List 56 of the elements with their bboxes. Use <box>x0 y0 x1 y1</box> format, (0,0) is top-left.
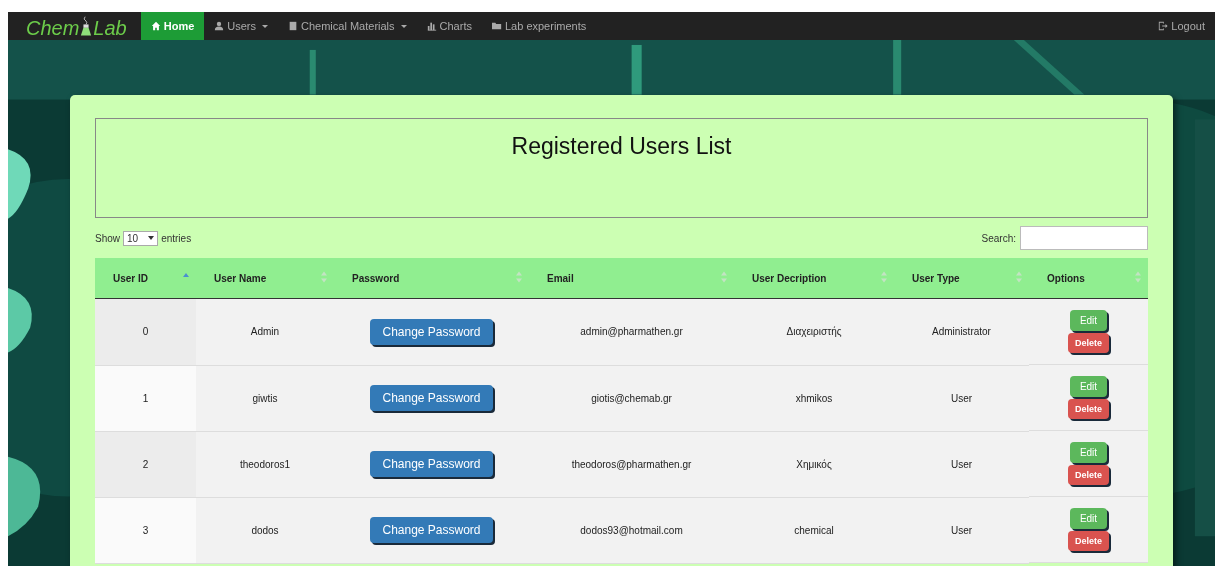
column-header[interactable]: Password <box>334 258 529 299</box>
show-label: Show <box>95 232 120 244</box>
logo[interactable]: Chem Lab <box>26 12 127 40</box>
nav-item[interactable]: Charts <box>416 12 482 40</box>
delete-button[interactable]: Delete <box>1068 531 1109 551</box>
nav-item[interactable]: Lab experiments <box>481 12 597 40</box>
delete-button[interactable]: Delete <box>1068 465 1109 485</box>
table-cell: 0 <box>95 298 196 365</box>
column-header[interactable]: User Type <box>894 258 1029 299</box>
logout-link[interactable]: Logout <box>1148 12 1215 40</box>
change-password-button[interactable]: Change Password <box>370 385 493 411</box>
table-cell: xhmikos <box>734 365 894 431</box>
table-cell: Admin <box>196 298 334 365</box>
book-icon <box>288 21 299 31</box>
caret-icon <box>262 24 269 28</box>
column-header[interactable]: User Decription <box>734 258 894 299</box>
table-cell: giotis@chemab.gr <box>529 365 734 431</box>
folder-icon <box>491 21 502 31</box>
table-cell: chemical <box>734 497 894 563</box>
logout-icon <box>1158 21 1169 31</box>
column-header[interactable]: User ID <box>95 258 196 299</box>
entries-select[interactable]: 10 <box>123 230 159 246</box>
user-icon <box>214 21 225 31</box>
table-cell: dodos93@hotmail.com <box>529 497 734 563</box>
table-cell: theodoros@pharmathen.gr <box>529 431 734 497</box>
table-cell: User <box>894 431 1029 497</box>
nav-item[interactable]: Users <box>204 12 279 40</box>
table-cell: giwtis <box>196 365 334 431</box>
search-field[interactable] <box>1020 226 1148 250</box>
table-cell: 3 <box>95 497 196 563</box>
bar-chart-icon <box>426 21 437 31</box>
change-password-button[interactable]: Change Password <box>370 517 493 543</box>
change-password-button[interactable]: Change Password <box>370 318 493 345</box>
table-cell: Διαχειριστής <box>734 298 894 365</box>
nav-item[interactable]: Home <box>140 12 205 40</box>
table-cell: Χημικός <box>734 431 894 497</box>
table-cell: admin@pharmathen.gr <box>529 298 734 365</box>
table-cell: User <box>894 497 1029 563</box>
table-cell: 1 <box>95 365 196 431</box>
search-label: Search: <box>981 232 1016 244</box>
table-cell: User <box>894 365 1029 431</box>
delete-button[interactable]: Delete <box>1068 333 1109 353</box>
table-cell: theodoros1 <box>196 431 334 497</box>
column-header[interactable]: User Name <box>196 258 334 299</box>
entries-label: entries <box>161 232 192 244</box>
change-password-button[interactable]: Change Password <box>370 451 493 477</box>
column-header[interactable]: Options <box>1029 258 1148 299</box>
delete-button[interactable]: Delete <box>1068 399 1109 419</box>
caret-icon <box>400 24 407 28</box>
home-icon <box>150 21 161 31</box>
page-title: Registered Users List <box>511 133 732 161</box>
table-cell: 2 <box>95 431 196 497</box>
column-header[interactable]: Email <box>529 258 734 299</box>
nav-item[interactable]: Chemical Materials <box>278 12 417 40</box>
table-cell: Administrator <box>894 298 1029 365</box>
table-cell: dodos <box>196 497 334 563</box>
